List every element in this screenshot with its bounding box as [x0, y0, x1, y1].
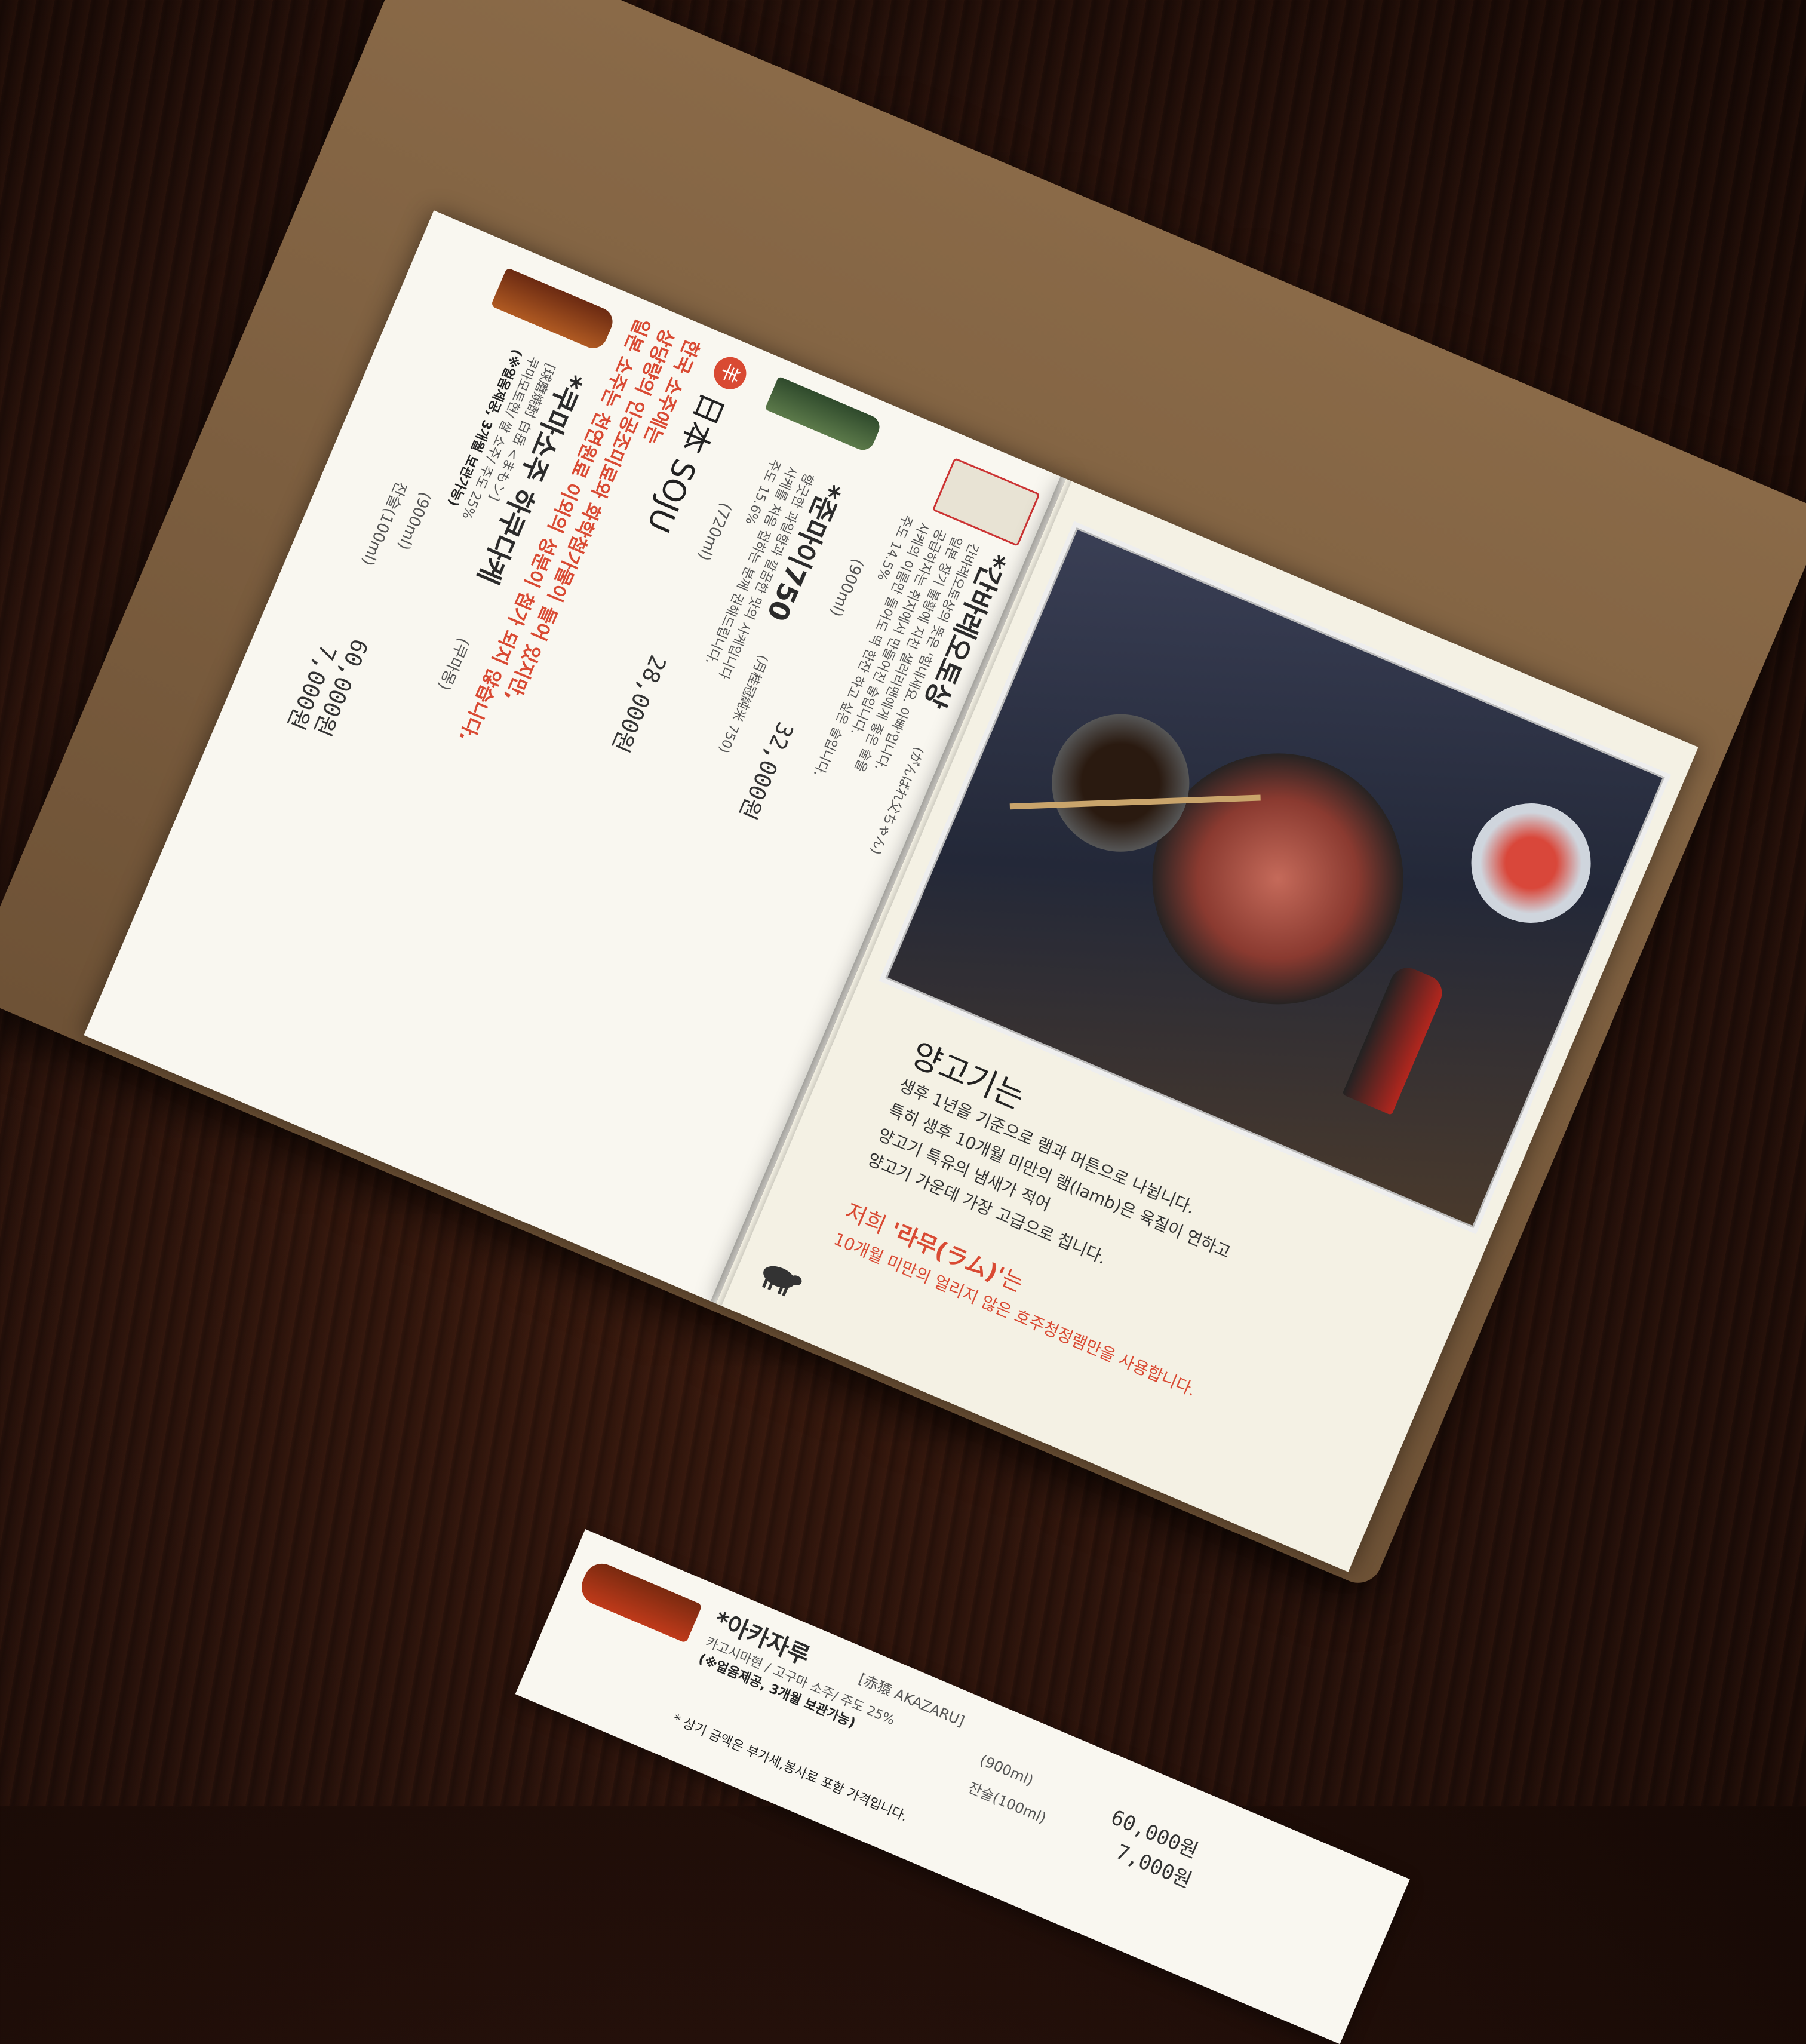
soju-akazaru-glass-label: 잔술(100ml) [966, 1779, 1049, 1827]
sake-bottle [1342, 962, 1448, 1116]
item-junmai-volume: (720ml) [694, 499, 735, 564]
akazaru-bottle-image [576, 1558, 703, 1644]
item-junmai-price: 28,000원 [607, 651, 671, 757]
closing-line: 10개월 미만의 얼리지 않은 호주청정램만을 사용합니다. [831, 1229, 1199, 1401]
item-ganbare-price: 32,000원 [734, 718, 799, 824]
soju-emblem: 羊 [709, 352, 751, 395]
soju-hakutake-sub: (쿠마몽) [434, 635, 473, 693]
kumamon-bottle-image [490, 267, 618, 353]
price-footnote: * 상기 금액은 부가세,봉사료 포함 가격입니다. [670, 1711, 910, 1825]
side-plate [1452, 784, 1610, 942]
item-ganbare-volume: (900ml) [826, 555, 867, 619]
sheep-icon [750, 1253, 807, 1304]
